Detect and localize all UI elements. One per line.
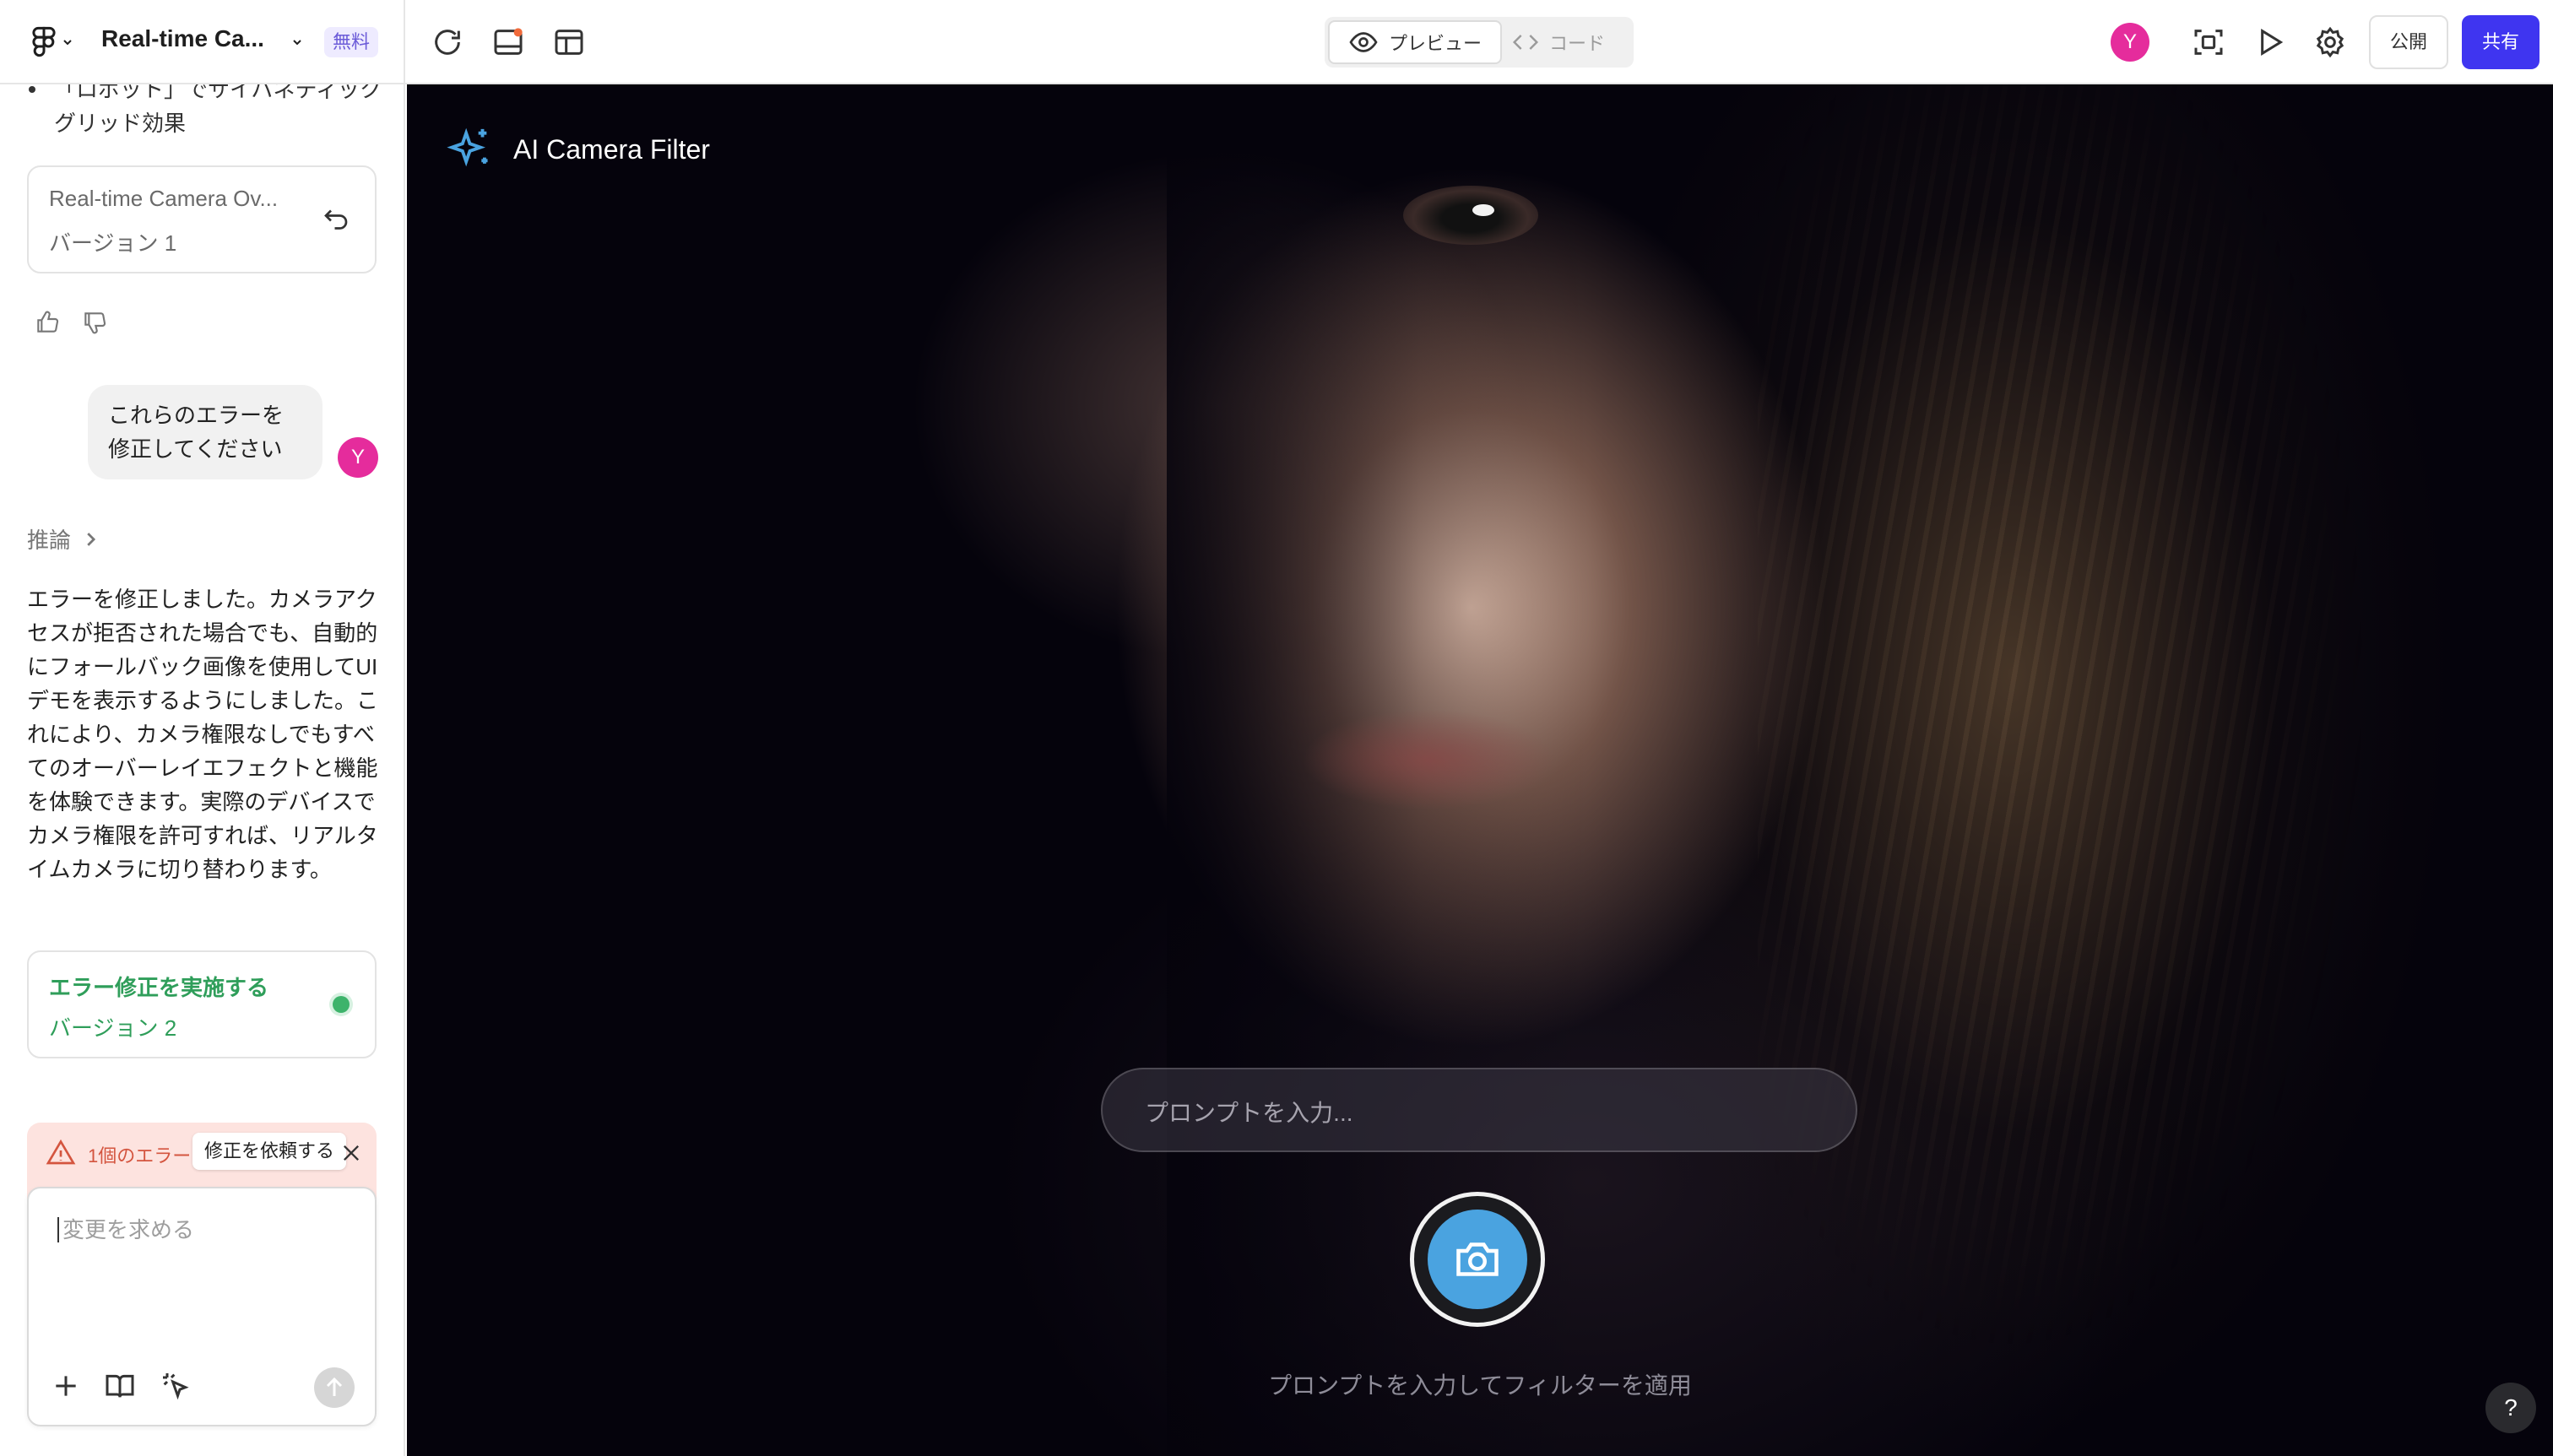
- app-title: AI Camera Filter: [513, 133, 710, 165]
- bullet-text: 「ロボット」でサイバネティックグリッド効果: [54, 84, 382, 136]
- refresh-icon[interactable]: [431, 25, 464, 59]
- top-bar: Real-time Ca... 無料 プレビュー コード Y 公開 共有: [0, 0, 2553, 84]
- sparkle-icon: [447, 127, 488, 167]
- camera-button-inner: [1428, 1210, 1527, 1309]
- reasoning-toggle[interactable]: 推論: [27, 523, 100, 555]
- tab-code-label: コード: [1549, 33, 1606, 54]
- prompt-input[interactable]: プロンプトを入力...: [1101, 1068, 1857, 1152]
- share-button[interactable]: 共有: [2462, 15, 2539, 69]
- camera-button[interactable]: [1410, 1192, 1545, 1327]
- tab-preview[interactable]: プレビュー: [1328, 20, 1503, 64]
- play-icon[interactable]: [2252, 25, 2286, 59]
- version-subtitle: バージョン 2: [49, 1015, 177, 1041]
- camera-icon: [1456, 1242, 1499, 1276]
- publish-button[interactable]: 公開: [2369, 15, 2448, 69]
- request-fix-button[interactable]: 修正を依頼する: [192, 1133, 347, 1170]
- avatar[interactable]: Y: [2111, 23, 2149, 62]
- chat-input-placeholder: 変更を求める: [57, 1217, 194, 1242]
- status-indicator: [333, 996, 350, 1013]
- app-header: AI Camera Filter: [446, 125, 710, 174]
- tab-code[interactable]: コード: [1493, 20, 1623, 64]
- gear-icon[interactable]: [2313, 25, 2347, 59]
- plus-icon[interactable]: [49, 1369, 83, 1403]
- eye-icon: [1349, 32, 1378, 52]
- reasoning-label: 推論: [27, 528, 72, 553]
- tab-preview-label: プレビュー: [1389, 33, 1482, 54]
- assistant-message: エラーを修正しました。カメラアクセスが拒否された場合でも、自動的にフォールバック…: [27, 587, 379, 882]
- error-text: 1個のエラー: [88, 1145, 192, 1166]
- pointer-sparkle-icon[interactable]: [159, 1369, 192, 1403]
- prompt-placeholder: プロンプトを入力...: [1145, 1100, 1353, 1126]
- responsive-icon[interactable]: [552, 25, 586, 59]
- thumbs-up-icon[interactable]: [34, 309, 61, 336]
- send-icon: [326, 1377, 343, 1396]
- user-message: これらのエラーを修正してください: [88, 385, 323, 479]
- preview-canvas: AI Camera Filter プロンプトを入力... プロンプトを入力してフ…: [407, 84, 2553, 1456]
- photo-eye-glint: [1472, 204, 1494, 216]
- chat-sidebar: 「ロボット」でサイバネティックグリッド効果 Real-time Camera O…: [0, 84, 405, 1456]
- version-title: エラー修正を実施する: [49, 975, 269, 1000]
- photo-eye: [1403, 186, 1538, 245]
- plan-badge: 無料: [324, 27, 379, 57]
- project-title[interactable]: Real-time Ca...: [101, 25, 264, 52]
- chevron-down-icon[interactable]: [61, 35, 74, 49]
- photo-hair: [1758, 84, 2518, 1456]
- send-button[interactable]: [314, 1367, 355, 1408]
- chat-input[interactable]: 変更を求める: [27, 1187, 377, 1426]
- chevron-down-icon[interactable]: [290, 35, 304, 49]
- scan-icon[interactable]: [2192, 25, 2225, 59]
- warning-icon: [46, 1139, 76, 1165]
- version-card-1[interactable]: Real-time Camera Ov... バージョン 1: [27, 165, 377, 273]
- book-icon[interactable]: [103, 1369, 137, 1403]
- help-button[interactable]: ?: [2485, 1383, 2536, 1433]
- photo-lips: [1302, 709, 1555, 810]
- hint-text: プロンプトを入力してフィルターを適用: [1268, 1372, 1692, 1399]
- thumbs-down-icon[interactable]: [81, 309, 108, 336]
- undo-icon[interactable]: [321, 204, 351, 235]
- version-title: Real-time Camera Ov...: [49, 186, 279, 211]
- view-toggle: プレビュー コード: [1325, 17, 1634, 68]
- sidebar-header: Real-time Ca... 無料: [0, 0, 405, 84]
- chevron-right-icon: [87, 532, 96, 546]
- figma-icon[interactable]: [27, 25, 61, 59]
- close-icon[interactable]: [339, 1141, 363, 1165]
- panel-icon[interactable]: [491, 25, 525, 59]
- code-icon: [1512, 35, 1539, 50]
- bullet-dot: [29, 86, 35, 93]
- user-avatar: Y: [338, 437, 378, 478]
- version-subtitle: バージョン 1: [49, 230, 177, 256]
- list-item: 「ロボット」でサイバネティックグリッド効果: [29, 84, 385, 140]
- version-card-2[interactable]: エラー修正を実施する バージョン 2: [27, 950, 377, 1058]
